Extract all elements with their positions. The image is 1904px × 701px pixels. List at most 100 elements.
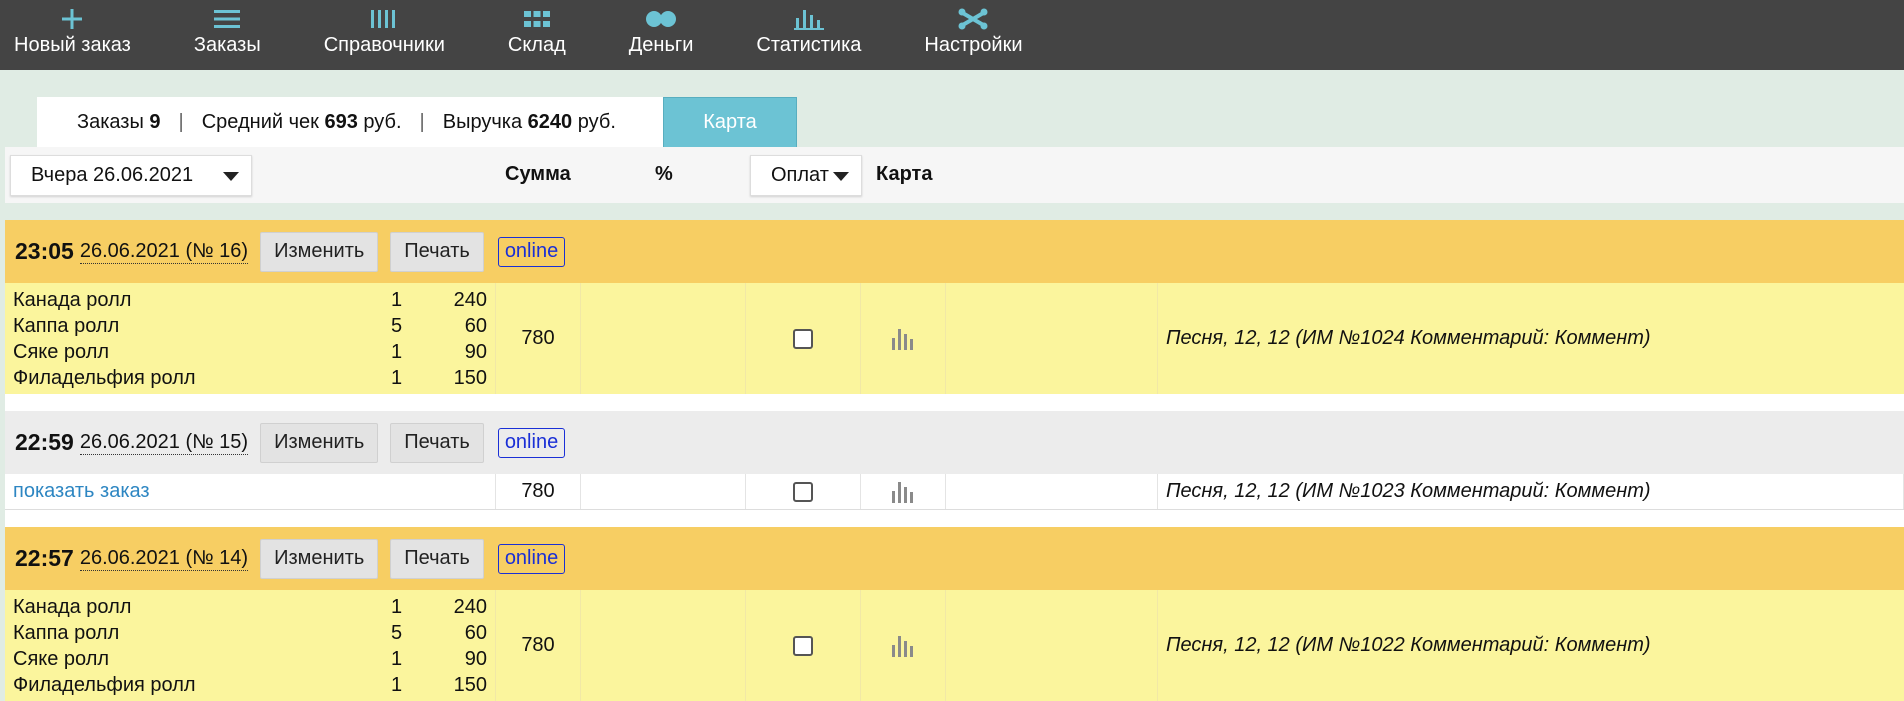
edit-order-button[interactable]: Изменить	[260, 231, 379, 272]
empty-cell	[946, 590, 1158, 701]
order-percent	[581, 474, 746, 509]
menu-lines-icon	[214, 10, 241, 28]
order-time: 22:57	[15, 545, 74, 571]
order-items: показать заказ	[5, 474, 496, 509]
order-items: Канада ролл 1 240 Каппа ролл 5 60 Сяке р…	[5, 283, 496, 394]
orders-count-label: Заказы	[77, 110, 144, 133]
order-items: Канада ролл 1 240 Каппа ролл 5 60 Сяке р…	[5, 590, 496, 701]
nav-statistics[interactable]: Статистика	[742, 0, 875, 57]
order-percent	[581, 590, 746, 701]
item-price: 90	[464, 647, 487, 670]
item-qty: 1	[391, 647, 403, 670]
online-badge: online	[497, 236, 566, 267]
item-price: 150	[453, 673, 487, 696]
nav-settings[interactable]: Настройки	[910, 0, 1036, 57]
avg-check-unit: руб.	[363, 110, 402, 133]
nav-directories[interactable]: Справочники	[310, 0, 459, 57]
item-name: Канада ролл	[13, 288, 132, 311]
item-name: Сяке ролл	[13, 340, 110, 363]
print-order-button[interactable]: Печать	[390, 422, 484, 463]
order-item-row: Сяке ролл 1 90	[13, 339, 487, 365]
coins-icon	[646, 11, 677, 27]
online-badge: online	[497, 427, 566, 458]
nav-orders[interactable]: Заказы	[180, 0, 275, 57]
order-item-row: Филадельфия ролл 1 150	[13, 672, 487, 698]
order-time: 22:59	[15, 429, 74, 455]
item-name: Сяке ролл	[13, 647, 110, 670]
payment-checkbox[interactable]	[793, 328, 813, 349]
orders-list: 23:05 26.06.2021 (№ 16) Изменить Печать …	[5, 220, 1904, 701]
revenue-value: 6240	[527, 110, 573, 133]
payment-cell	[746, 283, 861, 394]
item-qty: 5	[391, 314, 403, 337]
avg-check-label: Средний чек	[201, 110, 319, 133]
card-cell	[861, 283, 946, 394]
avg-check-value: 693	[324, 110, 358, 133]
payment-checkbox[interactable]	[793, 481, 813, 502]
payment-cell	[746, 590, 861, 701]
payment-select-value: Оплат	[771, 164, 829, 186]
order-comment: Песня, 12, 12 (ИМ №1024 Комментарий: Ком…	[1166, 327, 1651, 349]
map-tab[interactable]: Карта	[663, 97, 797, 147]
sum-column-header: Сумма	[505, 163, 571, 185]
payment-checkbox[interactable]	[793, 635, 813, 656]
bar-chart-icon	[793, 10, 824, 30]
nav-statistics-label: Статистика	[756, 34, 862, 56]
item-price: 60	[464, 621, 487, 644]
payment-cell	[746, 474, 861, 509]
grid-icon	[523, 11, 550, 27]
item-price: 90	[464, 340, 487, 363]
percent-column-header: %	[655, 163, 673, 185]
order-date-number[interactable]: 26.06.2021 (№ 16)	[79, 240, 249, 264]
item-price: 60	[464, 314, 487, 337]
item-qty: 1	[391, 340, 403, 363]
order-card: 22:59 26.06.2021 (№ 15) Изменить Печать …	[5, 411, 1904, 510]
bar-chart-icon[interactable]	[890, 634, 916, 658]
nav-warehouse[interactable]: Склад	[494, 0, 580, 57]
payment-select[interactable]: Оплат	[750, 155, 862, 196]
nav-new-order-label: Новый заказ	[14, 34, 131, 56]
edit-order-button[interactable]: Изменить	[260, 422, 379, 463]
order-percent	[581, 283, 746, 394]
order-header: 23:05 26.06.2021 (№ 16) Изменить Печать …	[5, 220, 1904, 283]
order-body: Канада ролл 1 240 Каппа ролл 5 60 Сяке р…	[5, 283, 1904, 394]
columns-icon	[371, 10, 396, 28]
item-qty: 1	[391, 595, 403, 618]
order-sum: 780	[496, 283, 581, 394]
item-price: 240	[453, 595, 487, 618]
item-qty: 5	[391, 621, 403, 644]
revenue-label: Выручка	[442, 110, 523, 133]
card-column-header: Карта	[876, 163, 933, 185]
date-select[interactable]: Вчера 26.06.2021	[10, 155, 252, 196]
order-comment: Песня, 12, 12 (ИМ №1022 Комментарий: Ком…	[1166, 634, 1651, 656]
chevron-down-icon	[833, 172, 849, 181]
item-name: Филадельфия ролл	[13, 366, 196, 389]
order-date-number[interactable]: 26.06.2021 (№ 15)	[79, 431, 249, 455]
nav-money[interactable]: Деньги	[615, 0, 708, 57]
edit-order-button[interactable]: Изменить	[260, 538, 379, 579]
revenue-unit: руб.	[577, 110, 616, 133]
item-name: Каппа ролл	[13, 621, 120, 644]
orders-count-value: 9	[149, 110, 161, 133]
nav-warehouse-label: Склад	[507, 34, 566, 56]
order-date-number[interactable]: 26.06.2021 (№ 14)	[79, 547, 249, 571]
order-sum: 780	[496, 590, 581, 701]
order-item-row: Каппа ролл 5 60	[13, 313, 487, 339]
bar-chart-icon[interactable]	[890, 480, 916, 504]
order-card: 22:57 26.06.2021 (№ 14) Изменить Печать …	[5, 527, 1904, 701]
show-order-link[interactable]: показать заказ	[13, 480, 487, 503]
nav-new-order[interactable]: Новый заказ	[0, 0, 145, 57]
top-navigation: Новый заказ Заказы Справочники Склад Ден…	[0, 0, 1904, 70]
print-order-button[interactable]: Печать	[390, 231, 484, 272]
order-item-row: Сяке ролл 1 90	[13, 646, 487, 672]
bar-chart-icon[interactable]	[890, 327, 916, 351]
order-time: 23:05	[15, 238, 74, 264]
print-order-button[interactable]: Печать	[390, 538, 484, 579]
order-body: показать заказ 780 Песня, 12, 12 (ИМ №10…	[5, 474, 1904, 510]
order-item-row: Канада ролл 1 240	[13, 594, 487, 620]
chevron-down-icon	[223, 172, 239, 181]
card-cell	[861, 474, 946, 509]
order-card: 23:05 26.06.2021 (№ 16) Изменить Печать …	[5, 220, 1904, 394]
nav-settings-label: Настройки	[924, 34, 1023, 56]
order-item-row: Канада ролл 1 240	[13, 287, 487, 313]
